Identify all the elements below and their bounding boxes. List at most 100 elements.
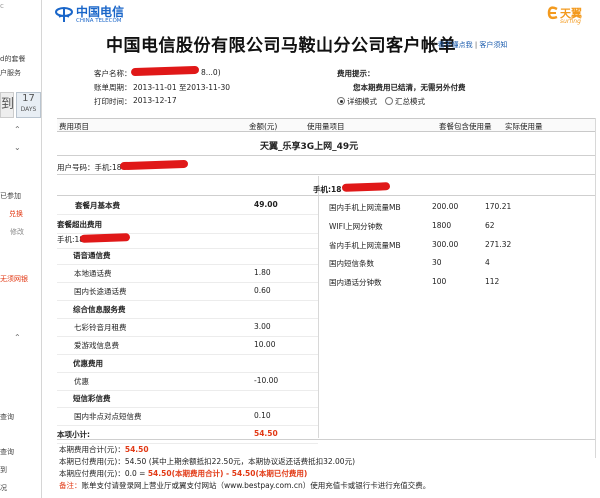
fee-row: 语音通信费 [57, 250, 318, 262]
sidebar-item-redeem[interactable]: 兑换 [9, 209, 23, 219]
redaction-mark [341, 182, 391, 192]
page-title: 中国电信股份有限公司马鞍山分公司客户帐单 [106, 36, 456, 56]
usage-row: WIFI上网分钟数 1800 62 [329, 221, 589, 233]
row-divider [57, 354, 318, 355]
radio-checked-icon[interactable] [337, 97, 345, 105]
mode-detail-label: 详细模式 [347, 97, 377, 106]
fee-label: 国内非点对点短信费 [74, 412, 142, 421]
row-divider [57, 390, 318, 391]
col-actual-usage: 实际使用量 [505, 122, 543, 131]
telecom-swirl-icon [55, 7, 73, 22]
fee-row: 套餐月基本费 49.00 [57, 200, 318, 212]
bill-panel: 中国电信 CHINA TELECOM 天翼 surfing 中国电信股份有限公司… [47, 0, 600, 498]
help-link-explain[interactable]: 看不懂点我 [438, 41, 473, 49]
summary-due-label: 本期应付费用(元)：0.0 = [59, 469, 148, 478]
column-divider [595, 118, 596, 458]
fee-row: 短信彩信费 [57, 393, 318, 405]
help-links: | 看不懂点我 | 客户须知 [433, 40, 507, 50]
sidebar-link-package[interactable]: d的套餐 [0, 54, 25, 64]
usage-actual: 4 [485, 258, 490, 267]
fee-row: 爱游戏信息费 10.00 [57, 340, 318, 352]
fee-label: 优惠 [74, 377, 89, 386]
usage-included: 30 [432, 258, 442, 267]
chevron-up-icon[interactable]: ⌃ [14, 125, 21, 134]
usage-included: 300.00 [432, 240, 459, 249]
col-amount: 金额(元) [249, 122, 278, 131]
usage-row: 省内手机上网流量MB 300.00 271.32 [329, 240, 589, 252]
mode-detail-radio[interactable]: 详细模式 [337, 96, 377, 107]
summary-note: 备注：账单支付请登录网上营业厅或翼支付网站（www.bestpay.com.cn… [59, 480, 430, 491]
sidebar-item-fix[interactable]: 修改 [10, 227, 24, 237]
redaction-mark [119, 159, 189, 171]
fee-row: 优惠 -10.00 [57, 376, 318, 388]
sidebar-item-text: 况 [0, 484, 7, 492]
calendar-unit: DAYS [20, 106, 37, 113]
row-divider [57, 282, 318, 283]
package-name: 天翼_乐享3G上网_49元 [260, 142, 359, 152]
fee-row: 本地通话费 1.80 [57, 268, 318, 280]
fee-amount: 54.50 [254, 429, 278, 438]
usage-actual: 112 [485, 277, 500, 286]
fee-label: 本地通话费 [74, 269, 112, 278]
col-fee-item: 费用项目 [59, 122, 89, 131]
calendar-widget: 到 17 DAYS [0, 92, 41, 118]
divider [57, 195, 318, 196]
tianyi-e-icon [547, 6, 558, 20]
usage-actual: 62 [485, 221, 495, 230]
fee-amount: 0.60 [254, 286, 271, 295]
print-time-label: 打印时间： [94, 97, 132, 106]
left-sidebar: c d的套餐 户服务 到 17 DAYS ⌃ ⌄ 已参加 兑换 修改 无须网银 … [0, 0, 42, 498]
sidebar-link-service[interactable]: 户服务 [0, 68, 21, 78]
row-divider [57, 425, 318, 426]
usage-phone: 手机:18 [313, 185, 342, 194]
fee-amount: 3.00 [254, 322, 271, 331]
customer-name-label: 客户名称： [94, 69, 132, 78]
redaction-mark [130, 65, 200, 77]
summary-total: 本期费用合计(元)：54.50 [59, 444, 149, 455]
calendar-number: 17 [22, 93, 35, 104]
fee-amount: -10.00 [254, 376, 279, 385]
table-header: 费用项目 金额(元) 使用量项目 套餐包含使用量 实际使用量 [57, 118, 595, 132]
note-label: 备注： [59, 481, 82, 490]
usage-item: 省内手机上网流量MB [329, 241, 401, 250]
customer-name-tail: 8...0) [201, 68, 221, 77]
fee-label: 短信彩信费 [73, 394, 111, 403]
sidebar-item-query[interactable]: 查询 [0, 412, 14, 422]
sidebar-item-query[interactable]: 查询 [0, 447, 14, 457]
divider [57, 155, 595, 156]
fee-amount: 49.00 [254, 200, 278, 209]
fee-row: 综合信息服务费 [57, 304, 318, 316]
column-divider [318, 176, 319, 438]
fee-label: 爱游戏信息费 [74, 341, 119, 350]
row-divider [57, 336, 318, 337]
fee-row: 优惠费用 [57, 358, 318, 370]
chevron-up-icon[interactable]: ⌃ [14, 333, 21, 342]
summary-due-formula: 54.50(本期费用合计) - 54.50(本期已付费用) [147, 469, 308, 478]
note-text: 账单支付请登录网上营业厅或翼支付网站（www.bestpay.com.cn）使用… [81, 481, 431, 490]
fee-row: 套餐超出费用 [57, 219, 318, 231]
sidebar-item-joined: 已参加 [0, 192, 21, 200]
usage-row: 国内手机上网流量MB 200.00 170.21 [329, 202, 589, 214]
radio-unchecked-icon[interactable] [385, 97, 393, 105]
fee-tip-label: 费用提示： [337, 69, 375, 78]
user-number: 用户号码：手机:18 [57, 163, 122, 172]
row-divider [57, 264, 318, 265]
usage-included: 200.00 [432, 202, 459, 211]
help-link-notice[interactable]: 客户须知 [479, 41, 507, 49]
sidebar-item-text: 到 [0, 466, 7, 474]
link-separator: | [433, 41, 436, 49]
mode-summary-radio[interactable]: 汇总模式 [385, 96, 425, 107]
fee-label: 套餐月基本费 [75, 201, 120, 210]
fee-tip-text: 您本期费用已结清，无需另外付费 [353, 83, 466, 92]
fee-row: 国内长途通话费 0.60 [57, 286, 318, 298]
print-time-value: 2013-12-17 [133, 96, 177, 105]
summary-total-value: 54.50 [124, 445, 149, 454]
billing-period-value: 2013-11-01 至2013-11-30 [133, 83, 231, 92]
fee-amount: 10.00 [254, 340, 276, 349]
calendar-days: 17 DAYS [16, 92, 41, 118]
chevron-down-icon[interactable]: ⌄ [14, 143, 21, 152]
row-divider [57, 300, 318, 301]
sidebar-item-promo[interactable]: 无须网银 [0, 274, 28, 284]
row-divider [57, 248, 318, 249]
usage-included: 100 [432, 277, 447, 286]
